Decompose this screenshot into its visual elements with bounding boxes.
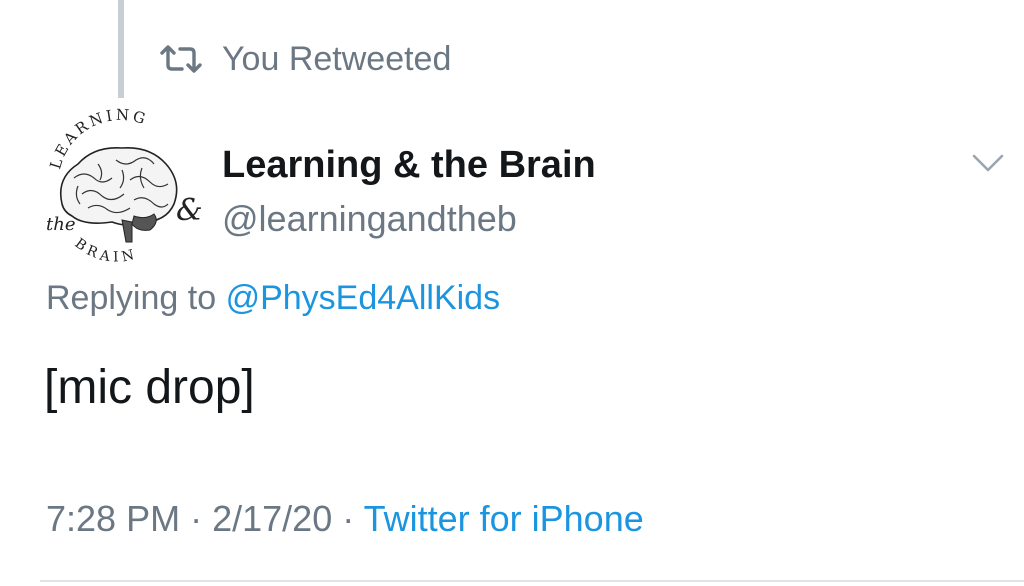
meta-separator: · bbox=[342, 498, 355, 539]
svg-text:the: the bbox=[46, 214, 75, 235]
tweet-text: [mic drop] bbox=[44, 361, 255, 414]
avatar[interactable]: LEARNING BRAIN the & bbox=[38, 106, 203, 272]
meta-separator: · bbox=[190, 498, 203, 539]
tweet-detail: You Retweeted LEARNING BRAIN the & Learn… bbox=[0, 0, 1024, 586]
reply-mention-link[interactable]: @PhysEd4AllKids bbox=[226, 279, 501, 317]
svg-text:&: & bbox=[176, 193, 202, 228]
display-name[interactable]: Learning & the Brain bbox=[222, 140, 596, 190]
tweet-time[interactable]: 7:28 PM bbox=[46, 498, 180, 539]
replying-to: Replying to @PhysEd4AllKids bbox=[46, 274, 500, 322]
retweet-context[interactable]: You Retweeted bbox=[160, 36, 451, 82]
tweet-date[interactable]: 2/17/20 bbox=[212, 498, 332, 539]
tweet-metadata: 7:28 PM · 2/17/20 · Twitter for iPhone bbox=[46, 494, 644, 544]
thread-line bbox=[118, 0, 124, 98]
user-handle[interactable]: @learningandtheb bbox=[222, 194, 596, 244]
retweet-icon bbox=[160, 45, 202, 73]
retweet-label: You Retweeted bbox=[222, 39, 452, 78]
divider bbox=[40, 580, 1024, 582]
brain-logo-avatar: LEARNING BRAIN the & bbox=[46, 106, 203, 266]
replying-to-label: Replying to bbox=[46, 279, 217, 317]
chevron-down-icon[interactable] bbox=[970, 148, 1006, 178]
tweet-source-link[interactable]: Twitter for iPhone bbox=[364, 498, 644, 539]
author-block[interactable]: Learning & the Brain @learningandtheb bbox=[222, 140, 596, 244]
